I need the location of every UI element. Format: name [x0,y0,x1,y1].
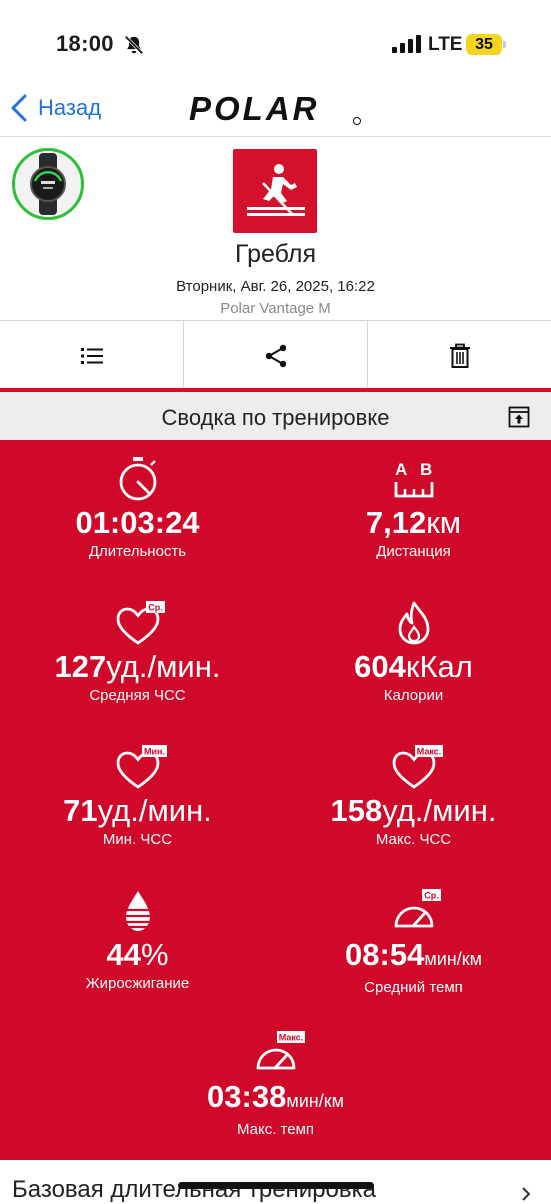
stat-value: 158уд./мин. [330,793,497,828]
flame-icon [398,601,429,645]
stat-label: Средний темп [364,979,463,996]
stat-value: 03:38мин/км [207,1079,344,1114]
stat-average-pace: Ср. 08:54мин/км Средний темп [276,888,551,996]
stat-label: Макс. темп [236,1121,315,1138]
session-date: Вторник, Авг. 26, 2025, 16:22 [176,278,375,295]
stat-distance: A B 7,12км Дистанция [276,456,551,560]
stat-value: 44% [106,937,169,972]
heart-min-icon: Мин. [116,745,167,789]
fat-drop-icon [124,891,151,931]
polar-logo: POLAR [189,92,361,126]
bell-slash-icon [124,35,144,55]
speedometer-max-icon: Макс. [256,1031,305,1070]
back-button[interactable]: Назад [10,94,101,122]
export-icon[interactable] [508,406,530,428]
stat-fat-burn: 44% Жиросжигание [0,888,275,992]
speedometer-avg-icon: Ср. [394,889,441,928]
stat-label: Мин. ЧСС [102,831,173,848]
rowing-icon [247,164,305,216]
stat-label: Жиросжигание [85,975,190,992]
battery-tip [503,41,506,48]
svg-text:B: B [420,460,432,479]
stat-label: Калории [383,687,444,704]
stat-label: Длительность [88,543,187,560]
device-watch-avatar[interactable] [12,148,84,220]
stopwatch-icon [119,457,156,501]
stat-calories: 604кКал Калории [276,600,551,704]
network-type: LTE [428,34,463,55]
action-bar [0,320,551,391]
stat-max-pace: Макс. 03:38мин/км Макс. темп [138,1030,413,1138]
cell-signal-icon [392,35,421,53]
heart-max-icon: Макс. [392,745,443,789]
stat-value: 71уд./мин. [63,793,212,828]
stat-label: Макс. ЧСС [375,831,452,848]
status-bar: 18:00 LTE 35 [0,0,551,80]
chevron-left-icon [11,94,27,122]
stat-value: 604кКал [354,649,473,684]
rowing-sport-icon [233,149,317,233]
delete-button[interactable] [368,321,551,391]
stat-label: Дистанция [376,543,451,560]
nav-bar: Назад POLAR [0,80,551,137]
details-list-button[interactable] [0,321,184,391]
stat-value: 08:54мин/км [345,937,482,972]
stat-label: Средняя ЧСС [89,687,186,704]
svg-text:POLAR: POLAR [189,92,320,126]
stat-max-hr: Макс. 158уд./мин. Макс. ЧСС [276,744,551,848]
svg-text:A: A [395,460,407,479]
status-time: 18:00 [56,31,114,56]
list-icon [80,348,103,364]
sport-name: Гребля [235,240,316,268]
share-icon [265,344,286,368]
trash-icon [449,343,470,368]
stat-value: 7,12км [365,505,462,540]
heart-avg-icon: Ср. [116,601,165,645]
stat-average-hr: Ср. 127уд./мин. Средняя ЧСС [0,600,275,704]
stat-duration: 01:03:24 Длительность [0,456,275,560]
stat-value: 127уд./мин. [54,649,221,684]
stat-value: 01:03:24 [75,505,200,540]
training-summary-panel: 01:03:24 Длительность A B 7,12км Дистанц… [0,440,551,1160]
svg-text:Макс.: Макс. [416,747,441,757]
battery-icon: 35 [466,34,502,55]
device-model: Polar Vantage M [220,300,331,317]
svg-text:Ср.: Ср. [148,603,163,613]
share-button[interactable] [184,321,368,391]
summary-title: Сводка по тренировке [161,405,390,430]
summary-header: Сводка по тренировке [0,392,551,440]
watch-icon [30,153,66,215]
svg-text:Мин.: Мин. [144,747,165,757]
distance-ab-icon: A B [394,460,433,498]
back-label: Назад [38,95,102,120]
home-indicator [178,1182,374,1189]
stat-min-hr: Мин. 71уд./мин. Мин. ЧСС [0,744,275,848]
svg-text:Ср.: Ср. [424,891,439,901]
svg-text:Макс.: Макс. [278,1033,303,1043]
